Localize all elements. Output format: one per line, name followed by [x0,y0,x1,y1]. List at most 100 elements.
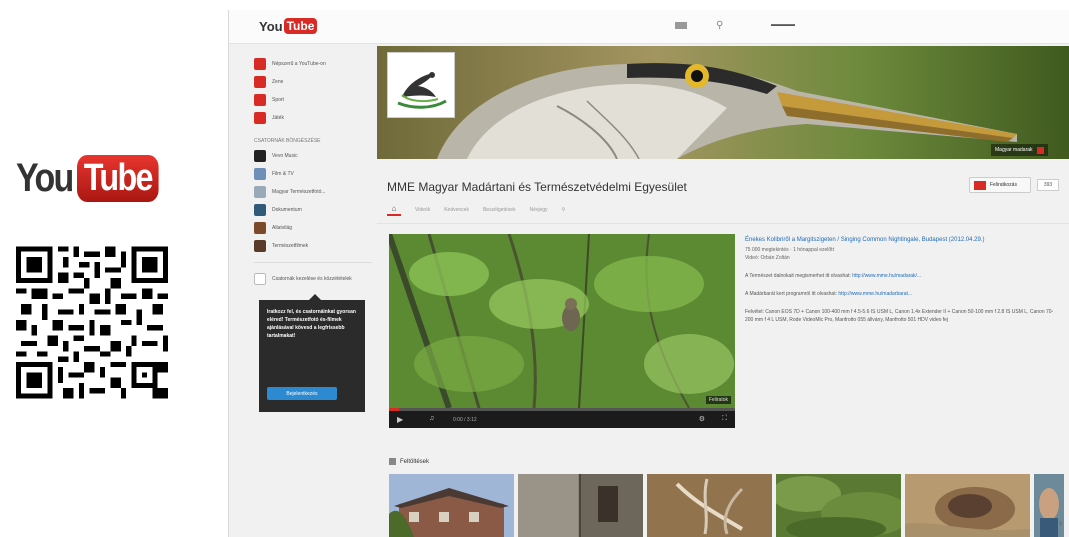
channel-thumbnail-icon [254,240,266,252]
upload-age: 1 hónappal ezelőtt [793,247,834,253]
upload-thumbnail[interactable] [776,474,901,537]
guide-item-gaming[interactable]: Játék [254,110,372,126]
uploads-heading-label: Feltöltések [400,458,430,465]
channel-thumbnail-icon [254,150,266,162]
mme-logo-icon [397,72,447,109]
featured-video-meta: 75 000 megtekintés · 1 hónappal ezelőtt … [745,247,834,261]
banner-link[interactable]: Magyar madarak [991,144,1048,156]
upload-thumbnail[interactable] [389,474,514,537]
description-link[interactable]: http://www.mme.hu/madarak/... [852,273,921,279]
uploads-heading[interactable]: Feltöltések [389,458,429,465]
guide-channel-label: Vevo Music [272,153,298,159]
upload-thumbnail[interactable] [905,474,1030,537]
youtube-logo-you: You [16,155,74,200]
signin-tooltip: Iratkozz fel, és csatornáinkat gyorsan e… [259,294,365,412]
description-link[interactable]: http://www.mme.hu/madarbarat... [838,291,912,297]
mini-logo-tube: Tube [283,18,318,34]
player-controls: ▶ ♫ 0:00 / 3:12 ⚙ ⛶ [389,408,735,428]
guide-channel-item[interactable]: Dokumentum [254,202,372,218]
player-time: 0:00 / 3:12 [453,417,477,423]
top-bar: You Tube ⚲ ▬▬▬▬ [229,10,1069,44]
featured-video-description-1: A Természet dalnokait megismerhet itt ol… [745,272,1055,280]
play-icon[interactable]: ▶ [397,415,403,424]
guide-channel-item[interactable]: Természetfilmek [254,238,372,254]
guide-channel-label: Állatvilág [272,225,293,231]
guide-channel-label: Magyar Természetfotó... [272,189,326,195]
channel-thumbnail-icon [254,204,266,216]
upload-link[interactable]: ▬▬▬▬ [771,22,795,28]
video-frame-bird-in-foliage [389,234,735,409]
mini-logo-you: You [259,18,283,34]
qr-code [16,246,168,399]
thumbnail-image [389,474,514,537]
featured-video-title[interactable]: Énekes Kolibriről a Margitszigeten / Sin… [745,236,1055,244]
channel-thumbnail-icon [254,222,266,234]
subscribe-label: Feliratkozás [990,182,1017,188]
signin-button[interactable]: Bejelentkezés [267,387,337,400]
guide-item-label: Sport [272,97,284,103]
guide-channel-item[interactable]: Magyar Természetfotó... [254,184,372,200]
home-tab-icon[interactable]: ⌂ [387,204,401,216]
fullscreen-icon[interactable]: ⛶ [722,415,727,423]
youtube-channel-screenshot: You Tube ⚲ ▬▬▬▬ Népszerű a YouTube-on Ze… [228,10,1069,537]
tab-about[interactable]: Névjegy [529,207,547,213]
youtube-logo: You Tube [16,147,168,209]
page: You Tube You Tube ⚲ ▬▬▬▬ Népszerű a YouT… [0,0,1069,537]
captions-badge[interactable]: Feliratok [705,396,731,404]
progress-bar[interactable] [389,408,399,411]
thumbnail-image [518,474,643,537]
uploads-icon [389,458,396,465]
uploads-shelf [389,474,1064,537]
add-icon [254,273,266,285]
thumbnail-image [776,474,901,537]
channel-search-icon[interactable]: ⚲ [562,207,566,213]
tooltip-text: Iratkozz fel, és csatornáinkat gyorsan e… [267,309,356,339]
settings-icon[interactable]: ⚙ [699,415,705,423]
guide-channel-label: Film & TV [272,171,294,177]
thumbnail-image [905,474,1030,537]
upload-thumbnail[interactable] [518,474,643,537]
chevron-right-icon[interactable]: › [1059,518,1062,529]
channel-avatar[interactable] [387,52,455,118]
guide-channel-item[interactable]: Vevo Music [254,148,372,164]
guide-item-sport[interactable]: Sport [254,92,372,108]
upload-thumbnail[interactable] [647,474,772,537]
link-icon [1036,146,1044,154]
featured-video-description-3: Felvétel: Canon EOS 7D + Canon 100-400 m… [745,309,1054,323]
description-text: A Természet dalnokait megismerhet itt ol… [745,273,851,279]
subscribe-button[interactable]: Feliratkozás [969,177,1031,193]
channel-thumbnail-icon [254,168,266,180]
channel-tabs: ⌂ Videók Kedvencek Beszélgetések Névjegy… [387,204,565,216]
banner-link-label: Magyar madarak [995,147,1033,153]
youtube-logo-tube: Tube [76,154,159,202]
guide-divider [254,262,372,263]
tab-videos[interactable]: Videók [415,207,430,213]
guide-channel-item[interactable]: Film & TV [254,166,372,182]
header-divider [377,223,1069,224]
view-count: 75 000 megtekintés [745,247,789,253]
guide-channel-item[interactable]: Állatvilág [254,220,372,236]
thumbnail-image [647,474,772,537]
youtube-mini-logo[interactable]: You Tube [259,18,318,34]
channel-thumbnail-icon [254,186,266,198]
popular-icon [254,58,266,70]
sport-icon [254,94,266,106]
video-player[interactable]: ▶ ♫ 0:00 / 3:12 ⚙ ⛶ Feliratok [389,234,735,428]
channel-banner [377,46,1069,159]
search-field[interactable] [675,22,687,29]
guide-channel-label: Dokumentum [272,207,302,213]
guide-item-popular[interactable]: Népszerű a YouTube-on [254,56,372,72]
guide-manage-item[interactable]: Csatornák kezelése és közzétételek [254,271,372,287]
volume-icon[interactable]: ♫ [429,415,434,422]
tab-favorites[interactable]: Kedvencek [444,207,469,213]
search-icon[interactable]: ⚲ [716,20,723,31]
guide-manage-label: Csatornák kezelése és közzétételek [272,276,352,282]
heron-banner-image [377,46,1069,159]
guide-channel-label: Természetfilmek [272,243,309,249]
progress-track[interactable] [389,408,735,411]
subscribe-icon [974,180,986,190]
guide-sidebar: Népszerű a YouTube-on Zene Sport Játék C… [254,56,372,289]
guide-item-music[interactable]: Zene [254,74,372,90]
guide-item-label: Játék [272,115,284,121]
tab-discussion[interactable]: Beszélgetések [483,207,516,213]
